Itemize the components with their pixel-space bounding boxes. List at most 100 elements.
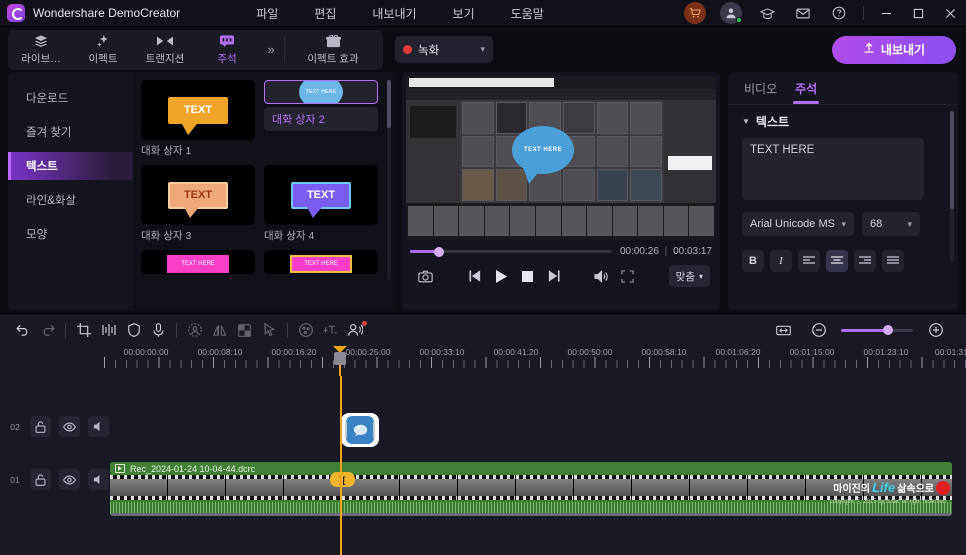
cart-icon[interactable] [684,2,706,24]
maximize-button[interactable] [902,0,934,27]
speech-to-text-icon[interactable] [343,318,368,343]
playhead[interactable] [340,376,342,555]
volume-icon[interactable] [588,264,614,288]
menu-item-export[interactable]: 내보내기 [354,1,434,26]
undo-icon[interactable] [10,318,35,343]
bold-button[interactable]: B [742,250,764,272]
color-icon[interactable] [293,318,318,343]
italic-button[interactable]: I [770,250,792,272]
library-scrollbar-thumb[interactable] [387,80,391,128]
lock-icon[interactable] [30,416,51,437]
tab-effects[interactable]: 이펙트 [72,30,134,70]
stop-icon[interactable] [514,264,540,288]
clip-handle-right[interactable] [373,422,375,438]
list-item[interactable]: TEXT HERE [141,250,255,274]
sidebar-item-downloads[interactable]: 다운로드 [8,84,133,112]
properties-scrollbar-thumb[interactable] [950,111,954,209]
fullscreen-icon[interactable] [614,264,640,288]
menu-item-help[interactable]: 도움말 [493,1,562,26]
academy-icon[interactable] [756,2,778,24]
asset-thumbnail[interactable]: TEXT HERE [141,250,255,274]
zoom-in-icon[interactable] [923,318,948,343]
tab-annotation[interactable]: 주석 [196,30,258,70]
lock-icon[interactable] [30,469,51,490]
asset-thumbnail-selected[interactable]: TEXT HERE [264,80,378,104]
mute-icon[interactable] [88,469,109,490]
export-button[interactable]: 내보내기 [832,35,956,64]
video-preview[interactable]: TEXT HERE [406,76,716,239]
sidebar-item-favorites[interactable]: 즐겨 찾기 [8,118,133,146]
help-icon[interactable] [828,2,850,24]
timeline-ruler[interactable]: 00:00:00:00 00:00:08:10 00:00:16:20 00:0… [0,346,966,376]
playhead-handle[interactable] [334,352,346,365]
tab-annotation-props[interactable]: 주석 [793,80,820,104]
section-header-text[interactable]: ▼ 텍스트 [742,113,944,130]
asset-thumbnail[interactable]: TEXT [141,165,255,225]
annotation-clip[interactable] [341,413,379,447]
next-frame-icon[interactable] [540,264,566,288]
asset-thumbnail[interactable]: TEXT HERE [264,250,378,274]
tab-transition[interactable]: 트랜지션 [134,30,196,70]
seek-knob[interactable] [434,246,445,257]
cursor-icon[interactable] [257,318,282,343]
sidebar-item-text[interactable]: 텍스트 [8,152,133,180]
redo-icon[interactable] [35,318,60,343]
play-icon[interactable] [488,264,514,288]
prev-frame-icon[interactable] [462,264,488,288]
split-icon[interactable] [96,318,121,343]
font-family-select[interactable]: Arial Unicode MS ▾ [742,212,854,236]
list-item[interactable]: TEXT HERE [264,250,378,274]
eye-icon[interactable] [59,469,80,490]
chevron-down-icon[interactable]: ▾ [480,44,485,55]
eye-icon[interactable] [59,416,80,437]
clip-handle-left[interactable] [345,422,347,438]
record-button[interactable]: 녹화 ▾ [395,36,493,63]
align-left-button[interactable] [798,250,820,272]
mask-icon[interactable] [121,318,146,343]
fit-timeline-icon[interactable] [771,318,796,343]
split-marker-badge[interactable]: ][ [330,472,355,487]
menu-item-edit[interactable]: 편집 [296,1,354,26]
asset-thumbnail[interactable]: TEXT [264,165,378,225]
microphone-icon[interactable] [146,318,171,343]
close-button[interactable] [934,0,966,27]
font-size-select[interactable]: 68 ▾ [862,212,920,236]
snapshot-icon[interactable] [412,264,438,288]
list-item[interactable]: TEXT 대화 상자 4 [264,165,378,243]
sidebar-item-lines-arrows[interactable]: 라인&화살 [8,186,133,214]
tab-effect-fx[interactable]: 이펙트 효과 [285,30,381,70]
account-icon[interactable] [720,2,742,24]
mail-icon[interactable] [792,2,814,24]
asset-thumbnail[interactable]: TEXT [141,80,255,140]
sidebar-item-shapes[interactable]: 모양 [8,220,133,248]
zoom-slider-knob[interactable] [882,325,893,335]
zoom-slider[interactable] [841,325,913,335]
annotation-overlay[interactable]: TEXT HERE [512,126,574,184]
align-justify-button[interactable] [882,250,904,272]
list-item[interactable]: TEXT 대화 상자 3 [141,165,255,243]
tab-library[interactable]: 라이브… [10,30,72,70]
fit-dropdown[interactable]: 맞춤 ▾ [668,265,710,287]
crop-icon[interactable] [71,318,96,343]
denoise-icon[interactable] [182,318,207,343]
align-center-button[interactable] [826,250,848,272]
greenscreen-icon[interactable] [232,318,257,343]
text-to-speech-icon[interactable] [318,318,343,343]
menu-item-view[interactable]: 보기 [435,1,493,26]
ruler-label: 00:01:06:20 [715,347,761,357]
video-clip[interactable]: Rec_2024-01-24 10-04-44.dcrc 마이진의 Life 삶… [110,462,952,516]
mirror-icon[interactable] [207,318,232,343]
tab-video[interactable]: 비디오 [744,80,777,104]
text-input[interactable]: TEXT HERE [742,138,924,200]
seek-slider[interactable] [410,246,612,257]
more-tabs-button[interactable]: » [258,42,284,57]
list-item[interactable]: TEXT 대화 상자 1 [141,80,255,158]
minimize-button[interactable] [870,0,902,27]
menu-item-file[interactable]: 파일 [238,1,296,26]
zoom-out-icon[interactable] [806,318,831,343]
align-right-button[interactable] [854,250,876,272]
list-item[interactable]: TEXT HERE 대화 상자 2 [264,80,378,158]
export-label: 내보내기 [880,43,926,57]
timeline-zoom-controls [771,318,956,343]
mute-icon[interactable] [88,416,109,437]
